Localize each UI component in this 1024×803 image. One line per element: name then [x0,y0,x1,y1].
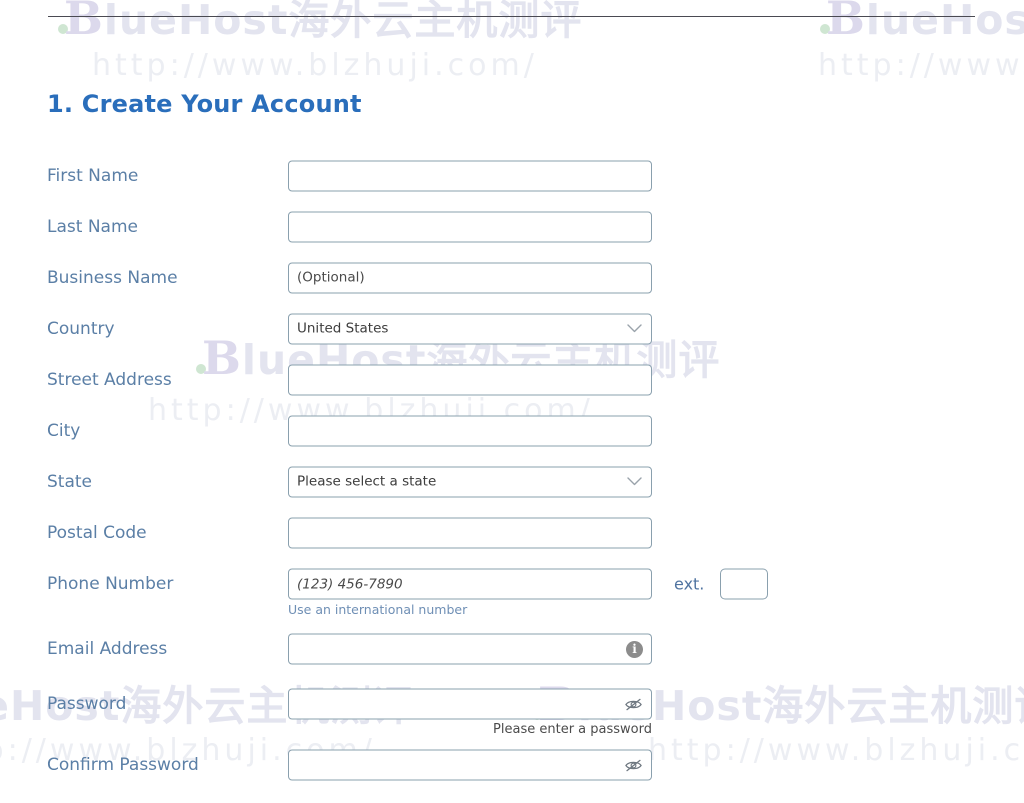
confirm-password-input[interactable] [288,749,652,781]
form-row-phone-number: Phone Number (123) 456-7890 Use an inter… [0,558,1024,617]
label-country: Country [47,318,115,339]
label-street-address: Street Address [47,369,172,390]
chevron-down-icon [627,477,642,486]
business-name-placeholder: (Optional) [297,269,365,286]
eye-slash-icon[interactable] [624,757,643,773]
form-row-first-name: First Name [0,150,1024,201]
form-row-business-name: Business Name (Optional) [0,252,1024,303]
page-title: 1. Create Your Account [47,90,362,119]
state-select[interactable]: Please select a state [288,466,652,497]
form-row-country: Country United States [0,303,1024,354]
email-address-input[interactable]: i [288,633,652,665]
chevron-down-icon [627,324,642,333]
password-input[interactable] [288,688,652,720]
country-selected-value: United States [297,320,389,337]
label-last-name: Last Name [47,216,138,237]
city-input[interactable] [288,415,652,446]
phone-number-placeholder: (123) 456-7890 [297,576,403,592]
page-content: 1. Create Your Account First Name Last N… [0,0,1024,803]
first-name-input[interactable] [288,160,652,191]
label-confirm-password: Confirm Password [47,755,199,775]
label-password: Password [47,694,127,714]
info-icon[interactable]: i [626,640,643,658]
label-postal-code: Postal Code [47,522,147,543]
phone-extension-label: ext. [674,574,705,594]
signup-page: BlueHost海外云主机测评 BlueHost海外云主机测评 http://w… [0,0,1024,803]
last-name-input[interactable] [288,211,652,242]
form-row-city: City [0,405,1024,456]
eye-slash-icon[interactable] [624,696,643,712]
top-divider [48,16,975,17]
label-phone-number: Phone Number [47,574,174,594]
form-row-confirm-password: Confirm Password [0,735,1024,786]
state-selected-value: Please select a state [297,473,437,490]
form-row-state: State Please select a state [0,456,1024,507]
business-name-input[interactable]: (Optional) [288,262,652,293]
country-select[interactable]: United States [288,313,652,344]
phone-extension-input[interactable] [720,568,768,600]
label-business-name: Business Name [47,267,178,288]
label-city: City [47,420,81,441]
postal-code-input[interactable] [288,517,652,548]
phone-number-input[interactable]: (123) 456-7890 [288,568,652,600]
form-row-postal-code: Postal Code [0,507,1024,558]
label-first-name: First Name [47,165,139,186]
form-row-email-address: Email Address i [0,615,1024,676]
label-email-address: Email Address [47,639,168,659]
create-account-form: First Name Last Name Business Name (Opti… [0,150,1024,786]
form-row-street-address: Street Address [0,354,1024,405]
label-state: State [47,471,92,492]
form-row-password: Password Please enter a password [0,676,1024,737]
street-address-input[interactable] [288,364,652,395]
form-row-last-name: Last Name [0,201,1024,252]
